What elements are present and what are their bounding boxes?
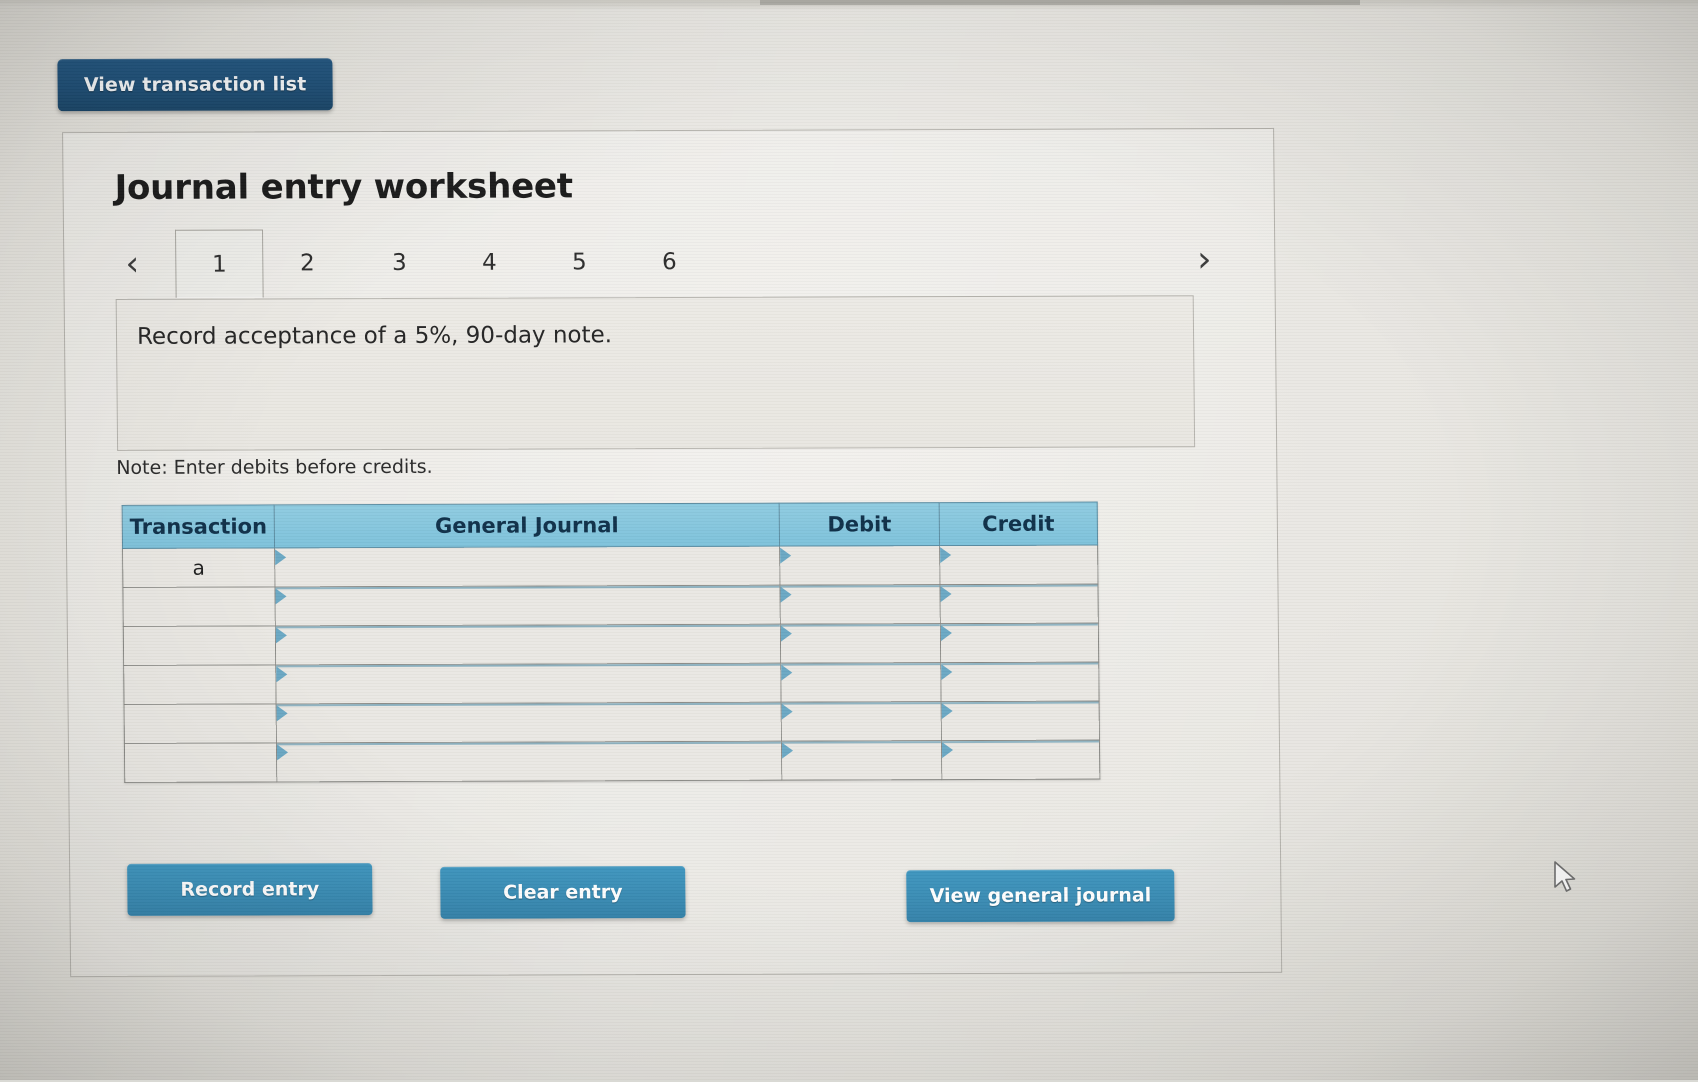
tab-1[interactable]: 1 — [174, 229, 264, 298]
cell-transaction-3 — [123, 625, 276, 666]
application-screen: View transaction list Journal entry work… — [0, 0, 1698, 1082]
table-row — [124, 701, 1100, 744]
tab-4[interactable]: 4 — [445, 229, 534, 297]
cell-debit-4[interactable] — [780, 662, 942, 703]
cell-credit-2[interactable] — [939, 584, 1099, 624]
cell-credit-1[interactable] — [939, 545, 1098, 585]
table-row — [124, 740, 1100, 783]
chevron-left-icon[interactable]: ‹ — [115, 242, 149, 286]
tab-2[interactable]: 2 — [263, 229, 352, 297]
cell-credit-4[interactable] — [940, 662, 1100, 702]
instruction-box — [115, 295, 1196, 451]
tab-4-label: 4 — [481, 249, 497, 276]
view-transaction-list-button[interactable]: View transaction list — [57, 58, 333, 112]
page-title: Journal entry worksheet — [114, 166, 574, 208]
tab-5[interactable]: 5 — [535, 228, 624, 296]
clear-entry-button[interactable]: Clear entry — [440, 865, 686, 919]
view-transaction-list-label: View transaction list — [83, 73, 307, 97]
column-header-transaction: Transaction — [122, 504, 275, 549]
cell-transaction-5 — [124, 703, 277, 744]
table-header-row: Transaction General Journal Debit Credit — [122, 502, 1098, 549]
cell-general-journal-6[interactable] — [276, 741, 782, 782]
worksheet-tab-strip: ‹ 1 2 3 4 5 6 › — [115, 226, 1226, 300]
cell-transaction-6 — [124, 742, 277, 783]
cell-general-journal-3[interactable] — [275, 624, 781, 665]
cell-credit-5[interactable] — [941, 701, 1100, 741]
cell-debit-1[interactable] — [779, 545, 940, 586]
column-header-debit: Debit — [779, 502, 940, 547]
cell-credit-6[interactable] — [941, 740, 1100, 780]
record-entry-button[interactable]: Record entry — [127, 863, 373, 916]
cell-general-journal-1[interactable] — [274, 546, 780, 587]
tab-1-label: 1 — [211, 251, 227, 278]
cell-transaction-4 — [123, 664, 277, 705]
chevron-right-icon[interactable]: › — [1187, 238, 1221, 282]
table-row — [123, 662, 1100, 705]
tab-6[interactable]: 6 — [625, 228, 714, 296]
instruction-text: Record acceptance of a 5%, 90-day note. — [136, 322, 613, 350]
table-row: a — [122, 545, 1098, 588]
cell-transaction-1: a — [122, 547, 275, 588]
cell-credit-3[interactable] — [940, 623, 1099, 663]
tab-3[interactable]: 3 — [355, 229, 444, 297]
tab-5-label: 5 — [571, 249, 587, 276]
tab-6-label: 6 — [661, 249, 677, 276]
cell-debit-2[interactable] — [779, 584, 941, 625]
cell-general-journal-5[interactable] — [276, 702, 782, 743]
tab-3-label: 3 — [391, 249, 407, 277]
table-row — [123, 623, 1099, 666]
cell-general-journal-2[interactable] — [274, 585, 781, 626]
cell-transaction-2 — [122, 586, 276, 627]
column-header-credit: Credit — [939, 502, 1098, 546]
column-header-general-journal: General Journal — [274, 503, 780, 548]
cell-debit-6[interactable] — [781, 740, 942, 781]
table-row — [122, 584, 1099, 627]
journal-entry-table: Transaction General Journal Debit Credit… — [122, 502, 1101, 783]
tab-2-label: 2 — [299, 250, 315, 277]
debits-before-credits-note: Note: Enter debits before credits. — [116, 455, 433, 479]
cell-debit-5[interactable] — [781, 701, 942, 742]
cell-general-journal-4[interactable] — [275, 663, 782, 704]
cell-debit-3[interactable] — [780, 623, 941, 664]
view-general-journal-button[interactable]: View general journal — [906, 869, 1175, 923]
